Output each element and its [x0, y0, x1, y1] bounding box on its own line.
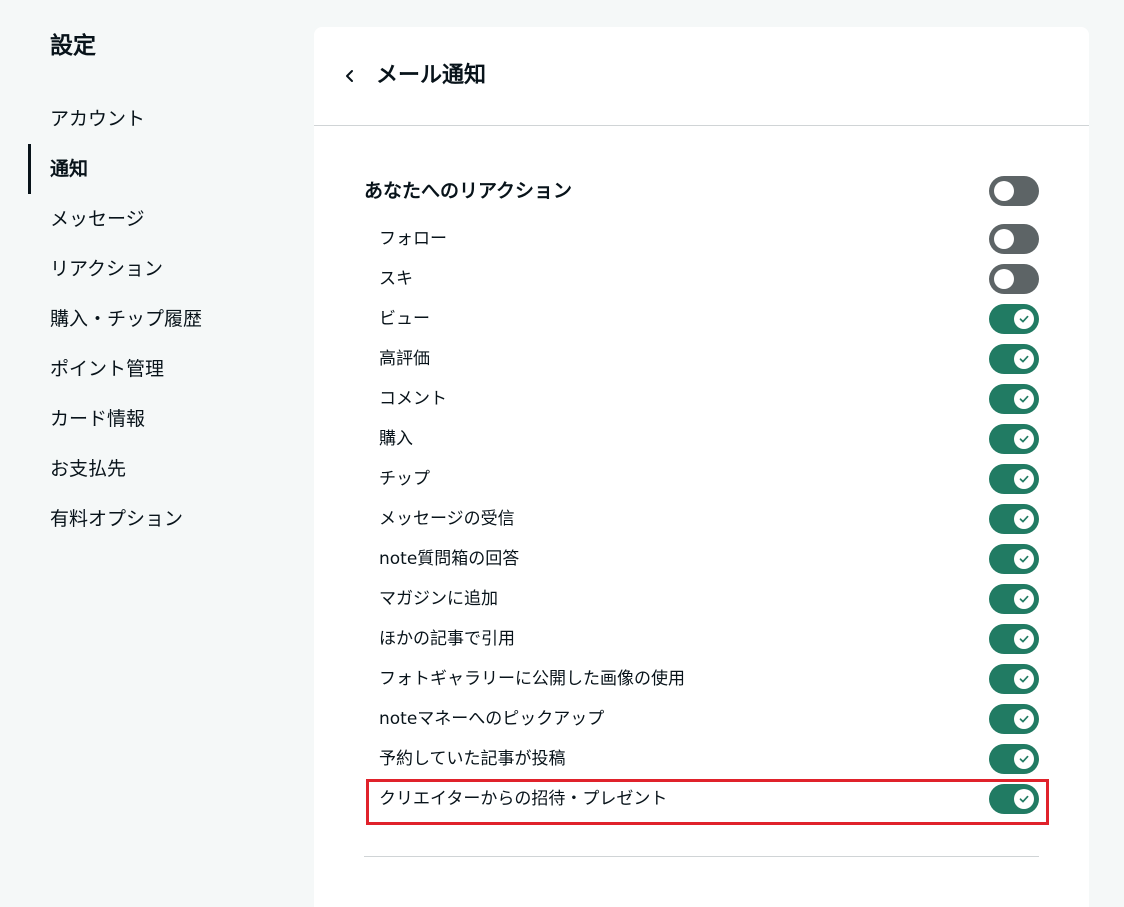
sidebar-item[interactable]: お支払先: [0, 444, 300, 494]
notification-toggle[interactable]: [989, 384, 1039, 414]
notification-row: メッセージの受信: [364, 499, 1039, 539]
notification-row: 高評価: [364, 339, 1039, 379]
notification-row: note質問箱の回答: [364, 539, 1039, 579]
notification-row: ほかの記事で引用: [364, 619, 1039, 659]
notification-row: フォロー: [364, 219, 1039, 259]
toggle-knob: [1014, 429, 1034, 449]
toggle-knob: [1014, 349, 1034, 369]
reaction-section: あなたへのリアクション フォロースキビュー高評価コメント購入チップメッセージの受…: [364, 163, 1039, 819]
notification-toggle[interactable]: [989, 704, 1039, 734]
toggle-knob: [1014, 669, 1034, 689]
notification-toggle[interactable]: [989, 224, 1039, 254]
divider: [364, 856, 1039, 857]
notification-toggle[interactable]: [989, 664, 1039, 694]
check-icon: [1019, 355, 1029, 363]
notification-row: スキ: [364, 259, 1039, 299]
notification-label: 予約していた記事が投稿: [379, 749, 566, 769]
check-icon: [1019, 715, 1029, 723]
sidebar-item[interactable]: ポイント管理: [0, 344, 300, 394]
panel-header: メール通知: [314, 27, 1089, 126]
notification-list: フォロースキビュー高評価コメント購入チップメッセージの受信 note質問箱の回答マ…: [364, 219, 1039, 819]
notification-label: フォトギャラリーに公開した画像の使用: [379, 669, 685, 689]
notification-label: フォロー: [379, 229, 447, 249]
notification-label: ビュー: [379, 309, 430, 329]
sidebar-item[interactable]: カード情報: [0, 394, 300, 444]
notification-row: チップ: [364, 459, 1039, 499]
toggle-knob: [1014, 469, 1034, 489]
settings-sidebar: 設定 アカウント 通知 メッセージ リアクション 購入・チップ履歴 ポイント管理 カード情報…: [0, 0, 300, 887]
notification-toggle[interactable]: [989, 464, 1039, 494]
check-icon: [1019, 315, 1029, 323]
toggle-knob: [1014, 709, 1034, 729]
sidebar-item[interactable]: リアクション: [0, 244, 300, 294]
notification-toggle[interactable]: [989, 624, 1039, 654]
toggle-knob: [1014, 789, 1034, 809]
notification-row: ビュー: [364, 299, 1039, 339]
toggle-knob: [1014, 749, 1034, 769]
notification-toggle[interactable]: [989, 344, 1039, 374]
check-icon: [1019, 475, 1029, 483]
notification-label: ほかの記事で引用: [379, 629, 515, 649]
chevron-left-icon: [346, 70, 353, 82]
notification-label: note質問箱の回答: [379, 549, 520, 569]
section-header: あなたへのリアクション: [364, 163, 1039, 219]
notification-label: クリエイターからの招待・プレゼント: [379, 789, 668, 809]
notification-toggle[interactable]: [989, 784, 1039, 814]
check-icon: [1019, 795, 1029, 803]
sidebar-item[interactable]: 通知: [0, 144, 300, 194]
notification-label: スキ: [379, 269, 413, 289]
toggle-knob: [1014, 509, 1034, 529]
notification-row: フォトギャラリーに公開した画像の使用: [364, 659, 1039, 699]
notification-label: コメント: [379, 389, 447, 409]
check-icon: [1019, 435, 1029, 443]
check-icon: [1019, 635, 1029, 643]
notification-row: 予約していた記事が投稿: [364, 739, 1039, 779]
toggle-knob: [1014, 629, 1034, 649]
toggle-knob: [994, 269, 1014, 289]
notification-label: マガジンに追加: [379, 589, 498, 609]
notification-toggle[interactable]: [989, 504, 1039, 534]
toggle-knob: [994, 181, 1014, 201]
notification-row: マガジンに追加: [364, 579, 1039, 619]
mail-notification-panel: メール通知 あなたへのリアクション フォロースキビュー高評価コメント購入チップメ…: [314, 27, 1089, 907]
check-icon: [1019, 595, 1029, 603]
notification-row: コメント: [364, 379, 1039, 419]
notification-row: クリエイターからの招待・プレゼント: [364, 779, 1039, 819]
section-label: あなたへのリアクション: [364, 180, 573, 202]
sidebar-item[interactable]: アカウント: [0, 94, 300, 144]
page-title: メール通知: [376, 63, 487, 88]
check-icon: [1019, 395, 1029, 403]
check-icon: [1019, 675, 1029, 683]
settings-nav: アカウント 通知 メッセージ リアクション 購入・チップ履歴 ポイント管理 カード情報 お支払…: [0, 94, 300, 544]
notification-label: 高評価: [379, 349, 430, 369]
check-icon: [1019, 555, 1029, 563]
notification-label: チップ: [379, 469, 430, 489]
notification-toggle[interactable]: [989, 744, 1039, 774]
notification-row: 購入: [364, 419, 1039, 459]
notification-label: noteマネーへのピックアップ: [379, 709, 605, 729]
sidebar-item[interactable]: 購入・チップ履歴: [0, 294, 300, 344]
toggle-knob: [1014, 309, 1034, 329]
back-button[interactable]: [340, 66, 360, 86]
notification-toggle[interactable]: [989, 424, 1039, 454]
check-icon: [1019, 515, 1029, 523]
sidebar-item[interactable]: 有料オプション: [0, 494, 300, 544]
check-icon: [1019, 755, 1029, 763]
notification-toggle[interactable]: [989, 304, 1039, 334]
sidebar-item[interactable]: メッセージ: [0, 194, 300, 244]
sidebar-title: 設定: [50, 33, 96, 59]
toggle-knob: [994, 229, 1014, 249]
notification-label: メッセージの受信: [379, 509, 515, 529]
notification-toggle[interactable]: [989, 544, 1039, 574]
toggle-knob: [1014, 549, 1034, 569]
notification-row: noteマネーへのピックアップ: [364, 699, 1039, 739]
section-toggle[interactable]: [989, 176, 1039, 206]
notification-toggle[interactable]: [989, 264, 1039, 294]
toggle-knob: [1014, 589, 1034, 609]
toggle-knob: [1014, 389, 1034, 409]
notification-label: 購入: [379, 429, 413, 449]
notification-toggle[interactable]: [989, 584, 1039, 614]
